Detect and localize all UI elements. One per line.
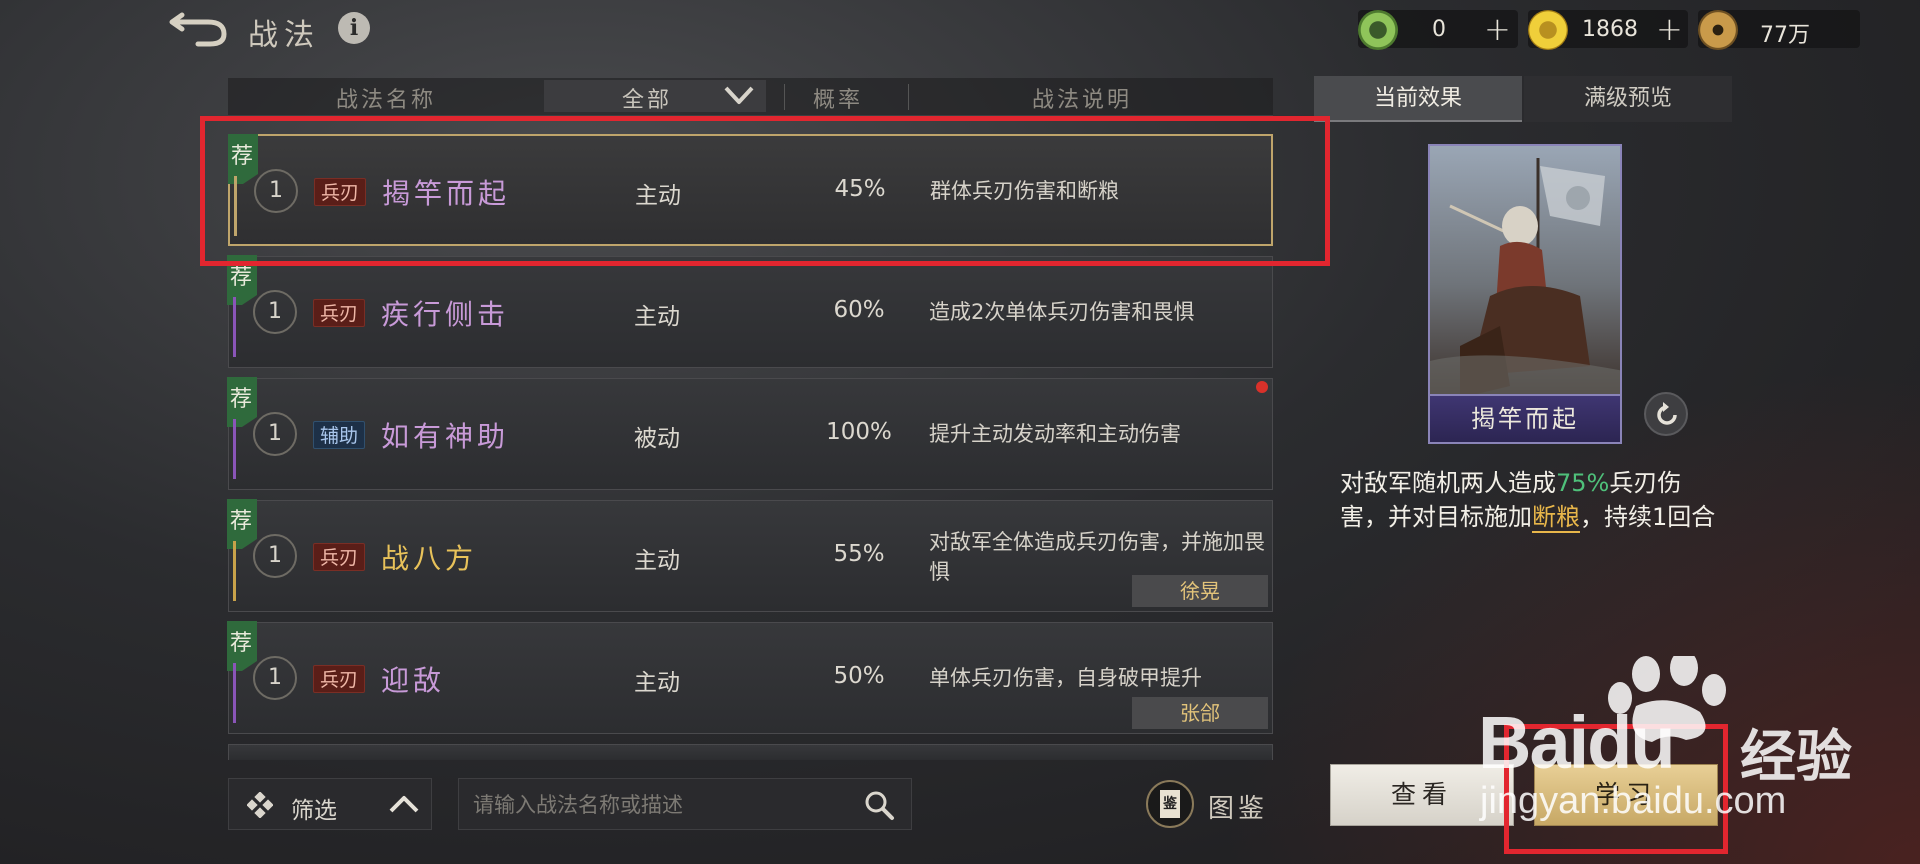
- skill-effect-text: 对敌军随机两人造成75%兵刃伤害，并对目标施加断粮，持续1回合: [1340, 469, 1716, 533]
- effect-tabs: 当前效果 满级预览: [1314, 76, 1734, 122]
- filter-diamond-icon: [247, 792, 273, 818]
- table-row[interactable]: 荐 1 兵刃 疾行侧击 主动 60% 造成2次单体兵刃伤害和畏惧: [227, 255, 1273, 368]
- table-header: 战法名称 全部 概率 战法说明: [228, 78, 1273, 116]
- column-name-header: 战法名称: [336, 88, 437, 113]
- recommend-badge: 荐: [227, 499, 257, 549]
- back-button[interactable]: [168, 12, 230, 48]
- skill-rate: 60%: [833, 297, 885, 323]
- copper-coin-icon: [1698, 10, 1738, 50]
- skill-kind: 主动: [634, 670, 680, 696]
- type-tag: 兵刃: [313, 665, 366, 693]
- codex-label: 图鉴: [1208, 794, 1269, 824]
- type-tag: 兵刃: [313, 299, 366, 327]
- skill-name: 疾行侧击: [381, 298, 510, 331]
- recommend-badge: 荐: [227, 621, 257, 671]
- currency-value: 0: [1432, 17, 1446, 42]
- column-desc-header: 战法说明: [1032, 88, 1133, 113]
- new-dot-icon: [1256, 381, 1268, 393]
- skill-desc: 造成2次单体兵刃伤害和畏惧: [929, 300, 1195, 324]
- owner-general: 张郃: [1132, 697, 1268, 729]
- table-row[interactable]: 荐 1 兵刃 战八方 主动 55% 对敌军全体造成兵刃伤害，并施加畏惧 徐晃: [227, 499, 1273, 612]
- divider: [784, 84, 785, 110]
- top-bar: 战法 i 0 + 1868 + 77万: [0, 0, 1920, 58]
- skill-kind: 被动: [634, 426, 680, 452]
- codex-button[interactable]: 鉴 图鉴: [1146, 778, 1276, 830]
- type-tag: 辅助: [313, 421, 366, 449]
- back-arrow-icon: [169, 12, 227, 47]
- skill-rate: 100%: [826, 419, 892, 445]
- recommend-badge: 荐: [227, 377, 257, 427]
- skill-card: 揭竿而起: [1428, 144, 1622, 444]
- level-badge: 1: [253, 412, 297, 456]
- watermark-brand: Baidu: [1478, 701, 1676, 784]
- search-box: [458, 778, 912, 830]
- table-row[interactable]: 荐 1 兵刃 迎敌 主动 50% 单体兵刃伤害，自身破甲提升 张郃: [227, 621, 1273, 734]
- chevron-up-icon: [389, 796, 419, 813]
- filter-value: 全部: [622, 88, 673, 113]
- skill-name: 如有神助: [381, 420, 510, 453]
- tab-max-level-preview[interactable]: 满级预览: [1524, 76, 1732, 122]
- status-keyword: 断粮: [1532, 503, 1580, 533]
- rarity-bar: [233, 663, 236, 723]
- skill-rate: 50%: [833, 663, 885, 689]
- currency-copper: 77万: [1698, 10, 1860, 50]
- skill-rate: 55%: [833, 541, 885, 567]
- skill-kind: 主动: [634, 304, 680, 330]
- rarity-bar: [233, 297, 236, 357]
- info-icon[interactable]: i: [338, 12, 370, 44]
- skill-kind: 主动: [634, 548, 680, 574]
- currency-value: 77万: [1760, 23, 1810, 48]
- filter-label: 筛选: [291, 798, 337, 824]
- rarity-bar: [233, 419, 236, 479]
- rarity-bar: [233, 541, 236, 601]
- skill-name: 迎敌: [381, 664, 446, 697]
- tab-current-effect[interactable]: 当前效果: [1314, 76, 1522, 122]
- skill-card-art: [1430, 146, 1620, 398]
- filter-button[interactable]: 筛选: [228, 778, 432, 830]
- search-icon[interactable]: [863, 789, 895, 821]
- level-badge: 1: [253, 290, 297, 334]
- card-skill-name: 揭竿而起: [1430, 394, 1620, 442]
- type-tag: 兵刃: [313, 543, 366, 571]
- skill-desc: 提升主动发动率和主动伤害: [929, 422, 1181, 446]
- level-badge: 1: [253, 534, 297, 578]
- watermark-url: jingyan.baidu.com: [1480, 780, 1787, 822]
- table-row-partial: [228, 744, 1273, 760]
- page-title: 战法: [248, 18, 320, 53]
- add-jade-button[interactable]: +: [1484, 10, 1511, 48]
- type-filter-dropdown[interactable]: 全部: [544, 80, 766, 113]
- damage-percent: 75%: [1556, 469, 1610, 497]
- skill-desc: 单体兵刃伤害，自身破甲提升: [929, 666, 1202, 690]
- add-gold-button[interactable]: +: [1656, 10, 1683, 48]
- skill-name: 战八方: [381, 542, 478, 575]
- search-input[interactable]: [473, 787, 853, 823]
- currency-jade: 0 +: [1358, 10, 1518, 50]
- codex-icon: 鉴: [1146, 780, 1194, 828]
- refresh-icon: [1657, 402, 1677, 425]
- jade-coin-icon: [1358, 10, 1398, 50]
- refresh-button[interactable]: [1644, 392, 1688, 436]
- gold-coin-icon: [1528, 10, 1568, 50]
- currency-value: 1868: [1582, 17, 1638, 42]
- table-row[interactable]: 荐 1 辅助 如有神助 被动 100% 提升主动发动率和主动伤害: [227, 377, 1273, 490]
- divider: [908, 84, 909, 110]
- level-badge: 1: [253, 656, 297, 700]
- highlight-box-selected-row: [200, 116, 1330, 266]
- column-rate-header: 概率: [813, 88, 864, 113]
- chevron-down-icon: [724, 86, 754, 104]
- owner-general: 徐晃: [1132, 575, 1268, 607]
- currency-gold: 1868 +: [1528, 10, 1688, 50]
